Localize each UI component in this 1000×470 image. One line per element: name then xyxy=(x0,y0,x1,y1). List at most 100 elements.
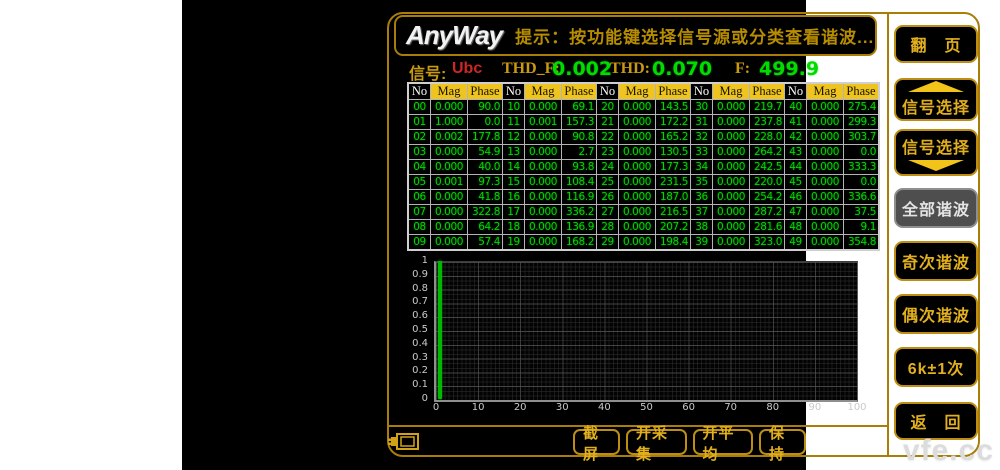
button-label: 信号选择 xyxy=(902,94,970,118)
y-tick-label: 0.1 xyxy=(396,379,428,390)
table-row: 000.00090.0100.00069.1200.000143.5300.00… xyxy=(408,100,879,115)
start-acquisition-button[interactable]: 开采集 xyxy=(626,429,687,455)
freq-label: F: xyxy=(735,60,750,78)
phase-cell: 254.2 xyxy=(750,190,785,205)
mag-cell: 0.000 xyxy=(431,190,468,205)
phase-cell: 354.8 xyxy=(844,235,880,251)
x-tick-label: 60 xyxy=(672,402,706,413)
mag-cell: 0.000 xyxy=(525,220,562,235)
no-cell: 15 xyxy=(503,175,525,190)
phase-cell: 177.8 xyxy=(468,130,503,145)
col-header: No xyxy=(785,83,807,100)
bottom-toolbar: 截屏 开采集 开平均 保持 xyxy=(573,429,806,455)
x-tick-label: 20 xyxy=(503,402,537,413)
x-tick-label: 80 xyxy=(756,402,790,413)
phase-cell: 90.8 xyxy=(562,130,597,145)
freq-value: 499.9 xyxy=(759,58,819,80)
no-cell: 09 xyxy=(408,235,431,251)
mag-cell: 0.000 xyxy=(807,205,844,220)
phase-cell: 187.0 xyxy=(656,190,691,205)
y-tick-label: 0.8 xyxy=(396,283,428,294)
no-cell: 19 xyxy=(503,235,525,251)
start-averaging-button[interactable]: 开平均 xyxy=(693,429,754,455)
x-tick-label: 90 xyxy=(798,402,832,413)
phase-cell: 333.3 xyxy=(844,160,880,175)
phase-cell: 130.5 xyxy=(656,145,691,160)
signal-label: 信号: xyxy=(409,60,446,84)
no-cell: 17 xyxy=(503,205,525,220)
table-row: 050.00197.3150.000108.4250.000231.5350.0… xyxy=(408,175,879,190)
all-harmonics-button[interactable]: 全部谐波 xyxy=(894,188,978,228)
phase-cell: 198.4 xyxy=(656,235,691,251)
mag-cell: 0.000 xyxy=(713,130,750,145)
harmonics-chart-plot xyxy=(434,261,858,402)
button-label: 偶次谐波 xyxy=(902,302,970,326)
phase-cell: 37.5 xyxy=(844,205,880,220)
phase-cell: 136.9 xyxy=(562,220,597,235)
mag-cell: 0.000 xyxy=(619,100,656,115)
mag-cell: 0.000 xyxy=(619,175,656,190)
mag-cell: 0.000 xyxy=(713,190,750,205)
mag-cell: 0.000 xyxy=(431,160,468,175)
phase-cell: 116.9 xyxy=(562,190,597,205)
mag-cell: 0.000 xyxy=(807,130,844,145)
no-cell: 41 xyxy=(785,115,807,130)
phase-cell: 0.0 xyxy=(844,175,880,190)
mag-cell: 0.000 xyxy=(525,100,562,115)
odd-harmonics-button[interactable]: 奇次谐波 xyxy=(894,241,978,281)
phase-cell: 143.5 xyxy=(656,100,691,115)
y-tick-label: 0.3 xyxy=(396,352,428,363)
mag-cell: 0.000 xyxy=(431,100,468,115)
table-row: 080.00064.2180.000136.9280.000207.2380.0… xyxy=(408,220,879,235)
table-row: 090.00057.4190.000168.2290.000198.4390.0… xyxy=(408,235,879,251)
phase-cell: 157.3 xyxy=(562,115,597,130)
mag-cell: 0.000 xyxy=(619,145,656,160)
phase-cell: 323.0 xyxy=(750,235,785,251)
mag-cell: 0.000 xyxy=(431,145,468,160)
col-header: Phase xyxy=(844,83,880,100)
mag-cell: 0.000 xyxy=(619,115,656,130)
phase-cell: 2.7 xyxy=(562,145,597,160)
col-header: Mag xyxy=(619,83,656,100)
no-cell: 24 xyxy=(597,160,619,175)
no-cell: 26 xyxy=(597,190,619,205)
no-cell: 16 xyxy=(503,190,525,205)
col-header: No xyxy=(597,83,619,100)
signal-select-down-button[interactable]: 信号选择 xyxy=(894,129,978,176)
no-cell: 10 xyxy=(503,100,525,115)
phase-cell: 108.4 xyxy=(562,175,597,190)
mag-cell: 0.000 xyxy=(713,220,750,235)
six-k-plus-minus-one-button[interactable]: 6k±1次 xyxy=(894,347,978,387)
harmonics-table: NoMagPhaseNoMagPhaseNoMagPhaseNoMagPhase… xyxy=(407,82,880,251)
table-header-row: NoMagPhaseNoMagPhaseNoMagPhaseNoMagPhase… xyxy=(408,83,879,100)
screenshot-button[interactable]: 截屏 xyxy=(573,429,620,455)
chart-bar xyxy=(438,261,442,399)
no-cell: 11 xyxy=(503,115,525,130)
signal-select-up-button[interactable]: 信号选择 xyxy=(894,78,978,121)
mag-cell: 0.000 xyxy=(713,160,750,175)
no-cell: 45 xyxy=(785,175,807,190)
mag-cell: 0.000 xyxy=(713,115,750,130)
mag-cell: 0.000 xyxy=(619,190,656,205)
no-cell: 46 xyxy=(785,190,807,205)
even-harmonics-button[interactable]: 偶次谐波 xyxy=(894,294,978,334)
no-cell: 32 xyxy=(691,130,713,145)
no-cell: 02 xyxy=(408,130,431,145)
col-header: No xyxy=(408,83,431,100)
no-cell: 13 xyxy=(503,145,525,160)
button-label: 翻 页 xyxy=(910,32,961,56)
mag-cell: 0.001 xyxy=(431,175,468,190)
mag-cell: 0.000 xyxy=(619,220,656,235)
page-turn-button[interactable]: 翻 页 xyxy=(894,25,978,63)
y-tick-label: 1 xyxy=(396,255,428,266)
x-tick-label: 40 xyxy=(587,402,621,413)
no-cell: 01 xyxy=(408,115,431,130)
phase-cell: 9.1 xyxy=(844,220,880,235)
button-label: 信号选择 xyxy=(902,134,970,158)
phase-cell: 216.5 xyxy=(656,205,691,220)
hold-button[interactable]: 保持 xyxy=(759,429,806,455)
no-cell: 04 xyxy=(408,160,431,175)
y-tick-label: 0.6 xyxy=(396,310,428,321)
mag-cell: 0.000 xyxy=(619,130,656,145)
brand-logo: AnyWay xyxy=(406,20,502,51)
